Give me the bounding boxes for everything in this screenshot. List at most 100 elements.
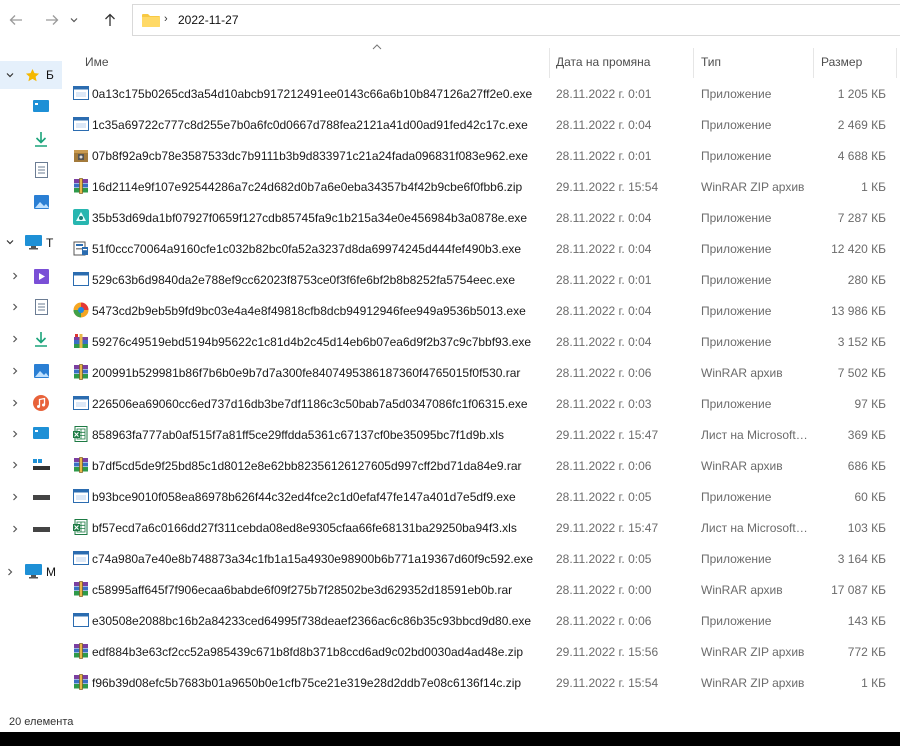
column-divider[interactable] [693, 48, 694, 78]
sidebar-item-pictures[interactable] [0, 190, 62, 214]
sidebar-item-desktop[interactable] [0, 95, 62, 119]
collapse-chevron-icon[interactable] [10, 398, 20, 408]
file-row[interactable]: f96b39d08efc5b7683b01a9650b0e1cfb75ce21e… [62, 667, 900, 698]
document-icon [35, 299, 48, 315]
file-date-modified: 28.11.2022 г. 0:04 [556, 304, 652, 318]
music-icon [33, 395, 49, 411]
sidebar-item-music[interactable] [0, 391, 62, 415]
collapse-chevron-icon[interactable] [10, 492, 20, 502]
file-row[interactable]: 858963fa777ab0af515f7a81ff5ce29ffdda5361… [62, 419, 900, 450]
collapse-chevron-icon[interactable] [10, 460, 20, 470]
app-window-icon [73, 85, 89, 101]
file-row[interactable]: edf884b3e63cf2cc52a985439c671b8fd8b371b8… [62, 636, 900, 667]
file-size: 280 КБ [847, 273, 886, 287]
address-bar[interactable]: › 2022-11-27 [132, 4, 900, 36]
expand-chevron-icon[interactable] [5, 237, 15, 247]
sidebar-item-this-pc[interactable]: Т [0, 231, 62, 255]
navigation-pane: Б Т M [0, 40, 62, 714]
file-size: 103 КБ [847, 521, 886, 535]
file-row[interactable]: 1c35a69722c777c8d255e7b0a6fc0d0667d788fe… [62, 109, 900, 140]
collapse-chevron-icon[interactable] [5, 567, 15, 577]
winrar-icon [73, 674, 89, 690]
file-size: 686 КБ [847, 459, 886, 473]
file-size: 3 164 КБ [837, 552, 886, 566]
collapse-chevron-icon[interactable] [10, 524, 20, 534]
winrar-icon [73, 643, 89, 659]
excel-icon [73, 519, 89, 535]
column-divider[interactable] [549, 48, 550, 78]
folder-icon [142, 14, 160, 27]
file-row[interactable]: 59276c49519ebd5194b95622c1c81d4b2c45d14e… [62, 326, 900, 357]
teal-app-icon [73, 209, 89, 225]
collapse-chevron-icon[interactable] [10, 271, 20, 281]
file-row[interactable]: bf57ecd7a6c0166dd27f311cebda08ed8e9305cf… [62, 512, 900, 543]
installer-box-icon [73, 147, 89, 163]
file-row[interactable]: 51f0ccc70064a9160cfe1c032b82bc0fa52a3237… [62, 233, 900, 264]
file-type: WinRAR архив [701, 459, 783, 473]
back-button[interactable] [4, 8, 28, 32]
file-row[interactable]: 0a13c175b0265cd3a54d10abcb917212491ee014… [62, 78, 900, 109]
file-row[interactable]: 16d2114e9f107e92544286a7c24d682d0b7a6e0e… [62, 171, 900, 202]
sidebar-item-local-disk[interactable] [0, 453, 62, 477]
file-row[interactable]: 529c63b6d9840da2e788ef9cc62023f8753ce0f3… [62, 264, 900, 295]
file-row[interactable]: 35b53d69da1bf07927f0659f127cdb85745fa9c1… [62, 202, 900, 233]
forward-button[interactable] [40, 8, 64, 32]
sidebar-item-pictures-pc[interactable] [0, 359, 62, 383]
sidebar-item-drive-3[interactable] [0, 517, 62, 541]
sidebar-item-downloads-pc[interactable] [0, 327, 62, 351]
sidebar-item-network[interactable]: M [0, 560, 62, 584]
sidebar-item-downloads[interactable] [0, 127, 62, 151]
expand-chevron-icon[interactable] [5, 70, 15, 80]
sidebar-item-drive-2[interactable] [0, 485, 62, 509]
recent-locations-button[interactable] [66, 8, 82, 32]
collapse-chevron-icon[interactable] [10, 334, 20, 344]
up-button[interactable] [98, 8, 122, 32]
breadcrumb-current-folder[interactable]: 2022-11-27 [178, 13, 239, 27]
file-type: Приложение [701, 211, 772, 225]
file-name: f96b39d08efc5b7683b01a9650b0e1cfb75ce21e… [92, 676, 522, 690]
file-type: WinRAR ZIP архив [701, 180, 805, 194]
file-name: 51f0ccc70064a9160cfe1c032b82bc0fa52a3237… [92, 242, 522, 256]
sidebar-item-desktop-pc[interactable] [0, 422, 62, 446]
sidebar-item-videos[interactable] [0, 264, 62, 288]
column-header-date[interactable]: Дата на промяна [556, 55, 650, 69]
file-row[interactable]: c74a980a7e40e8b748873a34c1fb1a15a4930e98… [62, 543, 900, 574]
desktop-icon [33, 100, 49, 112]
file-date-modified: 29.11.2022 г. 15:56 [556, 645, 659, 659]
file-name: b93bce9010f058ea86978b626f44c32ed4fce2c1… [92, 490, 516, 504]
file-type: Приложение [701, 149, 772, 163]
sidebar-item-quick-access[interactable]: Б [0, 61, 62, 89]
column-header-type[interactable]: Тип [701, 55, 721, 69]
sidebar-item-documents[interactable] [0, 158, 62, 182]
file-row[interactable]: 200991b529981b86f7b6b0e9b7d7a300fe840749… [62, 357, 900, 388]
file-row[interactable]: b93bce9010f058ea86978b626f44c32ed4fce2c1… [62, 481, 900, 512]
file-name: bf57ecd7a6c0166dd27f311cebda08ed8e9305cf… [92, 521, 517, 535]
file-type: Лист на Microsoft Excel [701, 428, 809, 442]
file-size: 7 502 КБ [837, 366, 886, 380]
file-date-modified: 28.11.2022 г. 0:04 [556, 242, 652, 256]
file-size: 2 469 КБ [837, 118, 886, 132]
column-header-name[interactable]: Име [85, 55, 109, 69]
file-row[interactable]: e30508e2088bc16b2a84233ced64995f738deaef… [62, 605, 900, 636]
column-divider[interactable] [896, 48, 897, 78]
collapse-chevron-icon[interactable] [10, 366, 20, 376]
file-type: Приложение [701, 490, 772, 504]
file-size: 1 КБ [861, 676, 886, 690]
file-row[interactable]: 226506ea69060cc6ed737d16db3be7df1186c3c5… [62, 388, 900, 419]
column-divider[interactable] [813, 48, 814, 78]
file-row[interactable]: b7df5cd5de9f25bd85c1d8012e8e62bb82356126… [62, 450, 900, 481]
column-header-size[interactable]: Размер [821, 55, 862, 69]
dropdown-chevron-icon [70, 18, 78, 23]
sidebar-item-documents-pc[interactable] [0, 295, 62, 319]
file-row[interactable]: c58995aff645f7f906ecaa6babde6f09f275b7f2… [62, 574, 900, 605]
file-row[interactable]: 5473cd2b9eb5b9fd9bc03e4a4e8f49818cfb8dcb… [62, 295, 900, 326]
network-icon [25, 564, 42, 579]
file-date-modified: 28.11.2022 г. 0:06 [556, 366, 652, 380]
collapse-chevron-icon[interactable] [10, 302, 20, 312]
file-size: 13 986 КБ [831, 304, 886, 318]
file-name: e30508e2088bc16b2a84233ced64995f738deaef… [92, 614, 532, 628]
file-size: 97 КБ [854, 397, 886, 411]
collapse-chevron-icon[interactable] [10, 429, 20, 439]
file-name: edf884b3e63cf2cc52a985439c671b8fd8b371b8… [92, 645, 524, 659]
file-row[interactable]: 07b8f92a9cb78e3587533dc7b9111b3b9d833971… [62, 140, 900, 171]
